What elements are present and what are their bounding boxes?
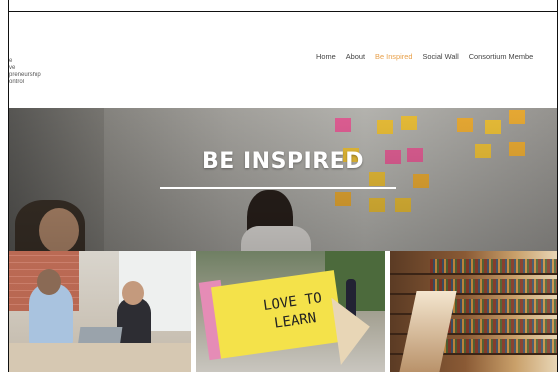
nav-item-social-wall[interactable]: Social Wall — [422, 52, 458, 61]
tile-love-to-learn[interactable]: LOVE TO LEARN — [196, 251, 385, 372]
hero-title: BE INSPIRED — [202, 149, 364, 174]
logo-line: e — [9, 58, 13, 64]
hero-overlay — [9, 108, 557, 251]
logo-line: preneurship — [9, 72, 41, 78]
inspiration-tiles: LOVE TO LEARN — [9, 251, 557, 372]
tile-library[interactable] — [390, 251, 557, 372]
nav-item-home[interactable]: Home — [316, 52, 336, 61]
hero-title-underline — [160, 187, 396, 189]
browser-top-strip — [8, 0, 558, 12]
logo-line: ve — [9, 65, 16, 71]
book-row — [430, 339, 557, 353]
hero-banner: BE INSPIRED — [9, 108, 557, 251]
woman-head — [122, 281, 144, 305]
man-head — [37, 269, 61, 295]
book-row — [430, 259, 557, 273]
logo-line: ontrol — [9, 79, 25, 85]
shelf — [390, 273, 557, 275]
nav-item-consortium-members[interactable]: Consortium Membe — [469, 52, 533, 61]
main-navigation: Home About Be Inspired Social Wall Conso… — [316, 52, 558, 61]
tile-office-high-five[interactable] — [9, 251, 191, 372]
site-logo[interactable]: e ve preneurship ontrol — [9, 58, 69, 86]
nav-item-be-inspired[interactable]: Be Inspired — [375, 52, 412, 61]
desk — [9, 343, 191, 372]
nav-item-about[interactable]: About — [346, 52, 365, 61]
